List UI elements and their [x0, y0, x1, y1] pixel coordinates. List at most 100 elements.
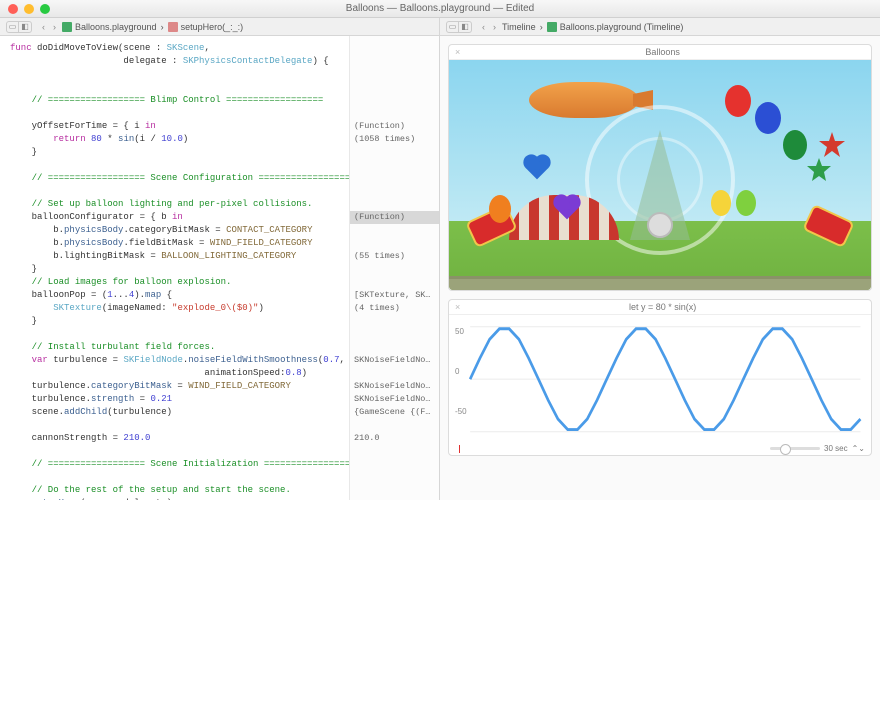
- balloon-red: [725, 85, 751, 117]
- window-title: Balloons — Balloons.playground — Edited: [346, 3, 534, 14]
- traffic-lights[interactable]: [8, 4, 50, 14]
- result-cell: [354, 653, 435, 666]
- nav-back-button[interactable]: ‹: [40, 22, 47, 32]
- result-cell: [354, 562, 435, 575]
- playhead-marker[interactable]: [459, 445, 460, 453]
- result-cell: [354, 588, 435, 601]
- result-cell[interactable]: (4 times): [354, 302, 435, 315]
- card-title: Balloons: [645, 47, 680, 57]
- scene-live-view[interactable]: [449, 60, 871, 290]
- editor-layout-toggle[interactable]: ▭◧: [446, 21, 472, 33]
- minimize-window-button[interactable]: [24, 4, 34, 14]
- result-cell[interactable]: SKNoiseFieldNode: [354, 354, 435, 367]
- editor-layout-toggle[interactable]: ▭◧: [6, 21, 32, 33]
- layout-standard-icon[interactable]: ▭: [7, 22, 19, 32]
- result-cell: [354, 328, 435, 341]
- result-cell: [354, 458, 435, 471]
- result-cell: [354, 497, 435, 510]
- result-cell: [354, 341, 435, 354]
- axis-tick-label: -50: [455, 407, 467, 416]
- result-cell: [354, 159, 435, 172]
- card-title: let y = 80 * sin(x): [629, 302, 696, 312]
- results-sidebar[interactable]: (Function)(1058 times)(Function)(55 time…: [349, 36, 439, 500]
- method-icon: [168, 22, 178, 32]
- scene-preview-card: × Balloons: [448, 44, 872, 291]
- result-cell[interactable]: {GameScene {(Function) {(F…: [354, 406, 435, 419]
- close-window-button[interactable]: [8, 4, 18, 14]
- layout-assist-icon[interactable]: ◧: [459, 22, 471, 32]
- balloon-star-red: [819, 132, 845, 158]
- result-cell: [354, 549, 435, 562]
- result-cell[interactable]: SKNoiseFieldNode: [354, 393, 435, 406]
- layout-assist-icon[interactable]: ◧: [19, 22, 31, 32]
- result-cell: [354, 614, 435, 627]
- result-cell: [354, 679, 435, 692]
- balloon-blue: [755, 102, 781, 134]
- nav-back-button[interactable]: ‹: [480, 22, 487, 32]
- breadcrumb-segment[interactable]: Balloons.playground (Timeline): [547, 22, 684, 32]
- result-cell: [354, 666, 435, 679]
- balloon-heart-blue: [526, 157, 549, 180]
- source-editor-pane: func doDidMoveToView(scene : SKScene, de…: [0, 36, 440, 500]
- close-icon[interactable]: ×: [455, 47, 460, 57]
- result-cell: [354, 627, 435, 640]
- result-cell: [354, 445, 435, 458]
- result-cell[interactable]: (55 times): [354, 250, 435, 263]
- result-cell: [354, 263, 435, 276]
- result-cell: [354, 55, 435, 68]
- result-cell[interactable]: [SKTexture, SKTexture, SKTe…: [354, 289, 435, 302]
- result-cell: [354, 315, 435, 328]
- breadcrumb-segment[interactable]: Balloons.playground: [62, 22, 157, 32]
- result-cell: [354, 237, 435, 250]
- result-cell: [354, 94, 435, 107]
- timeline-duration-control[interactable]: 30 sec ⌃⌄: [770, 444, 865, 453]
- result-cell: [354, 484, 435, 497]
- axis-tick-label: 0: [455, 367, 459, 376]
- ground-sprite: [449, 276, 871, 290]
- result-cell: [354, 68, 435, 81]
- jump-bar: ▭◧ ‹ › Balloons.playground › setupHero(_…: [0, 18, 880, 36]
- result-cell[interactable]: (Function): [354, 120, 435, 133]
- result-cell: [354, 224, 435, 237]
- result-cell: [354, 367, 435, 380]
- result-cell: [354, 81, 435, 94]
- playground-file-icon: [62, 22, 72, 32]
- result-cell[interactable]: (Function): [350, 211, 439, 224]
- result-cell: [354, 692, 435, 705]
- timeline-pane: × Balloons: [440, 36, 880, 500]
- source-code-editor[interactable]: func doDidMoveToView(scene : SKScene, de…: [0, 36, 349, 500]
- close-icon[interactable]: ×: [455, 302, 460, 312]
- breadcrumb-segment[interactable]: setupHero(_:_:): [168, 22, 244, 32]
- result-cell[interactable]: (1058 times): [354, 133, 435, 146]
- result-cell: [354, 471, 435, 484]
- result-cell: [354, 42, 435, 55]
- balloon-star-green: [807, 158, 831, 182]
- balloon-green: [783, 130, 807, 160]
- result-cell: [354, 276, 435, 289]
- stepper-icon[interactable]: ⌃⌄: [852, 444, 865, 453]
- result-cell: [354, 510, 435, 523]
- result-cell: [354, 640, 435, 653]
- result-cell[interactable]: SKNoiseFieldNode: [354, 380, 435, 393]
- sine-chart[interactable]: 50 0 -50 30 sec ⌃⌄: [449, 315, 871, 455]
- result-cell: [354, 575, 435, 588]
- layout-standard-icon[interactable]: ▭: [447, 22, 459, 32]
- balloon-lime: [736, 190, 756, 216]
- nav-forward-button[interactable]: ›: [51, 22, 58, 32]
- duration-slider[interactable]: [770, 447, 820, 450]
- duration-label: 30 sec: [824, 444, 848, 453]
- result-cell[interactable]: 210.0: [354, 432, 435, 445]
- axis-tick-label: 50: [455, 327, 464, 336]
- zoom-window-button[interactable]: [40, 4, 50, 14]
- result-cell: [354, 198, 435, 211]
- breadcrumb-segment[interactable]: Timeline: [502, 22, 536, 32]
- result-cell: [354, 601, 435, 614]
- result-cell: [354, 185, 435, 198]
- chevron-right-icon: ›: [540, 22, 543, 32]
- value-history-chart-card: × let y = 80 * sin(x) 50 0 -50 30 sec ⌃⌄: [448, 299, 872, 456]
- chevron-right-icon: ›: [161, 22, 164, 32]
- nav-forward-button[interactable]: ›: [491, 22, 498, 32]
- result-cell: [354, 107, 435, 120]
- balloon-yellow: [711, 190, 731, 216]
- cannon-right-sprite: [802, 204, 855, 248]
